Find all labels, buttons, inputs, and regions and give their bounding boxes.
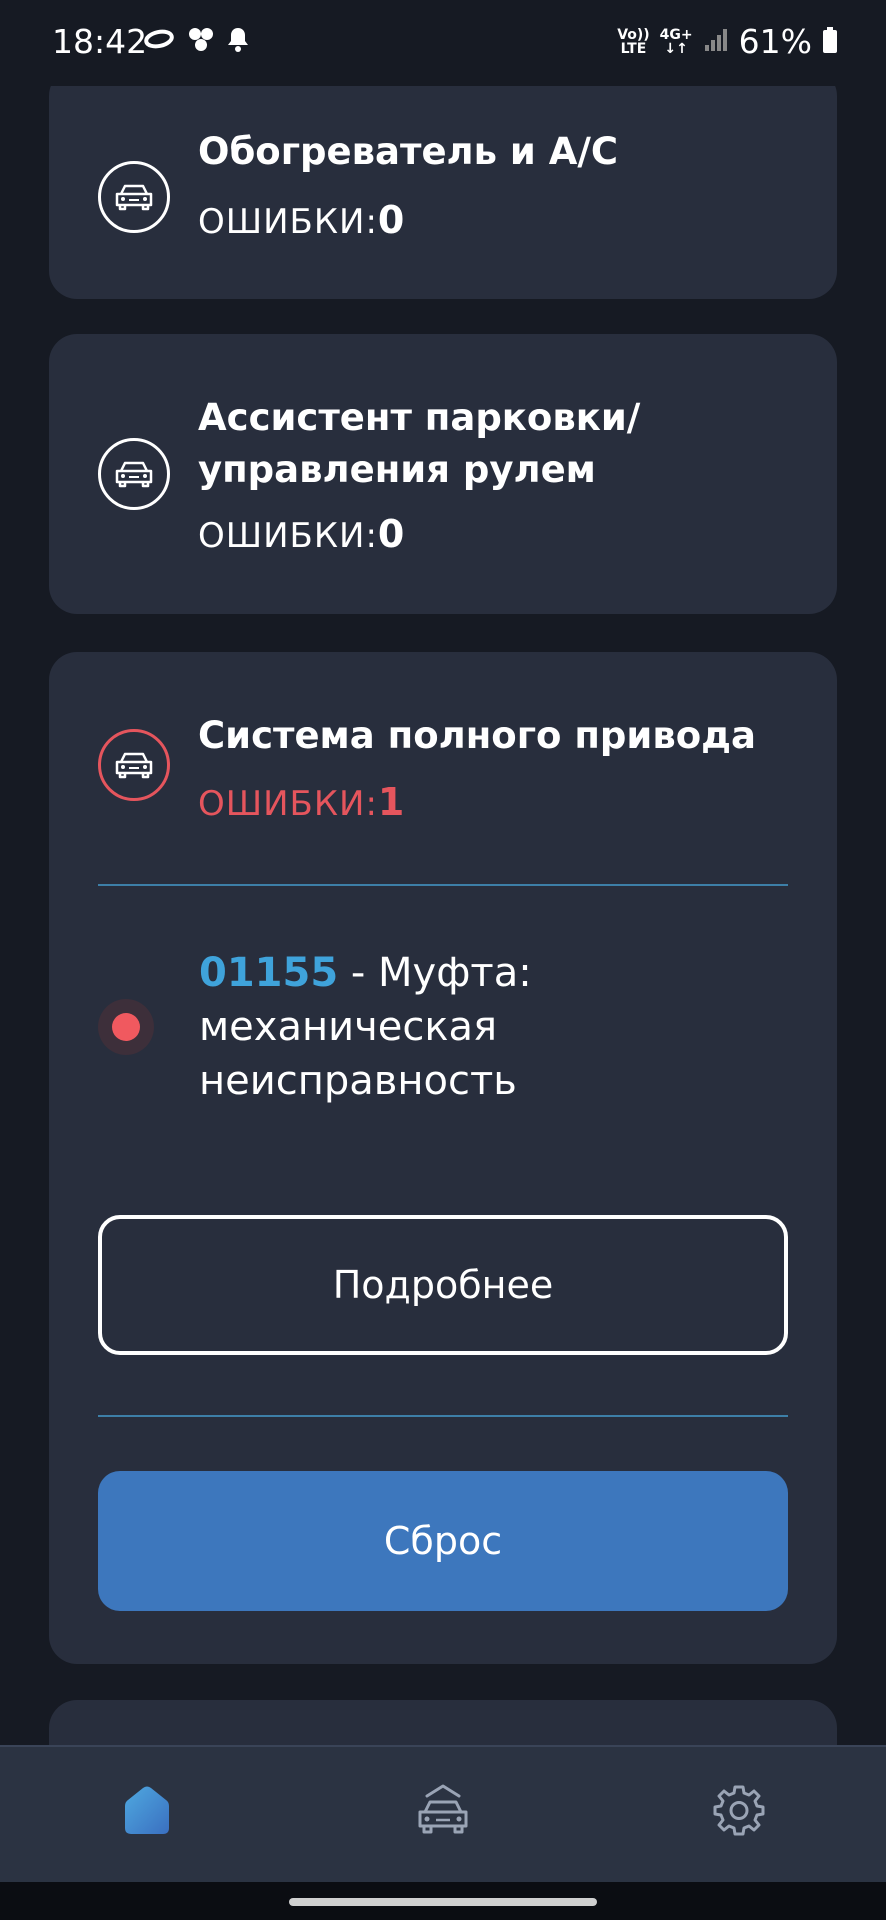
details-button[interactable]: Подробнее [98,1215,788,1355]
bell-icon [226,26,250,56]
volte-bottom: LTE [620,40,647,57]
volte-indicator: Vo)) LTE [617,28,649,56]
system-card-parking-steering[interactable]: Ассистент парковки/ управления рулем ОШИ… [49,334,837,614]
battery-icon [822,26,838,58]
bottom-nav [0,1745,886,1884]
status-right: Vo)) LTE 4G+ ↓↑ 61% [617,22,838,61]
system-card-heater-ac[interactable]: Обогреватель и A/C ОШИБКИ:0 [49,68,837,299]
data-arrows-icon: ↓↑ [664,40,688,57]
errors-label: ОШИБКИ: [198,516,378,556]
signal-icon [703,27,729,57]
status-time: 18:42 [52,22,148,61]
car-icon [98,161,170,233]
divider [98,884,788,886]
gesture-handle[interactable] [289,1898,597,1906]
nav-car[interactable] [408,1777,478,1847]
reset-button[interactable]: Сброс [98,1471,788,1611]
fault-dot-icon [112,1013,140,1041]
fault-indicator [98,999,154,1055]
volte-top: Vo)) [617,26,650,43]
status-bar: 18:42 Vo)) LTE 4G+ ↓↑ 61% [0,0,886,86]
system-card-awd: Система полного привода ОШИБКИ:1 01155 -… [49,652,837,1664]
app-screen: 18:42 Vo)) LTE 4G+ ↓↑ 61% Обогреватель и… [0,0,886,1920]
car-icon [98,729,170,801]
errors-count: ОШИБКИ:1 [198,780,405,824]
battery-percent: 61% [738,22,812,61]
errors-number: 0 [377,512,406,556]
errors-count: ОШИБКИ:0 [198,198,405,242]
card-title: Система полного привода [198,714,756,757]
ring-icon [142,28,176,54]
network-type-label: 4G+ [659,26,693,43]
errors-number: 1 [377,780,406,824]
gesture-area [0,1882,886,1920]
cluster-icon [186,26,216,56]
errors-number: 0 [377,198,406,242]
divider [98,1415,788,1417]
card-title: Ассистент парковки/ управления рулем [198,396,641,491]
nav-settings[interactable] [704,1777,774,1847]
status-notification-icons [142,26,250,56]
errors-count: ОШИБКИ:0 [198,512,405,556]
errors-label: ОШИБКИ: [198,784,378,824]
car-icon [413,1782,473,1842]
gear-icon [712,1783,766,1841]
errors-label: ОШИБКИ: [198,202,378,242]
car-icon [98,438,170,510]
card-title: Обогреватель и A/C [198,130,619,173]
fault-entry: 01155 - Муфта: механическая неисправност… [199,946,759,1108]
fault-code: 01155 [199,950,339,996]
nav-home[interactable] [112,1777,182,1847]
network-type: 4G+ ↓↑ [660,28,693,56]
home-icon [119,1782,175,1842]
